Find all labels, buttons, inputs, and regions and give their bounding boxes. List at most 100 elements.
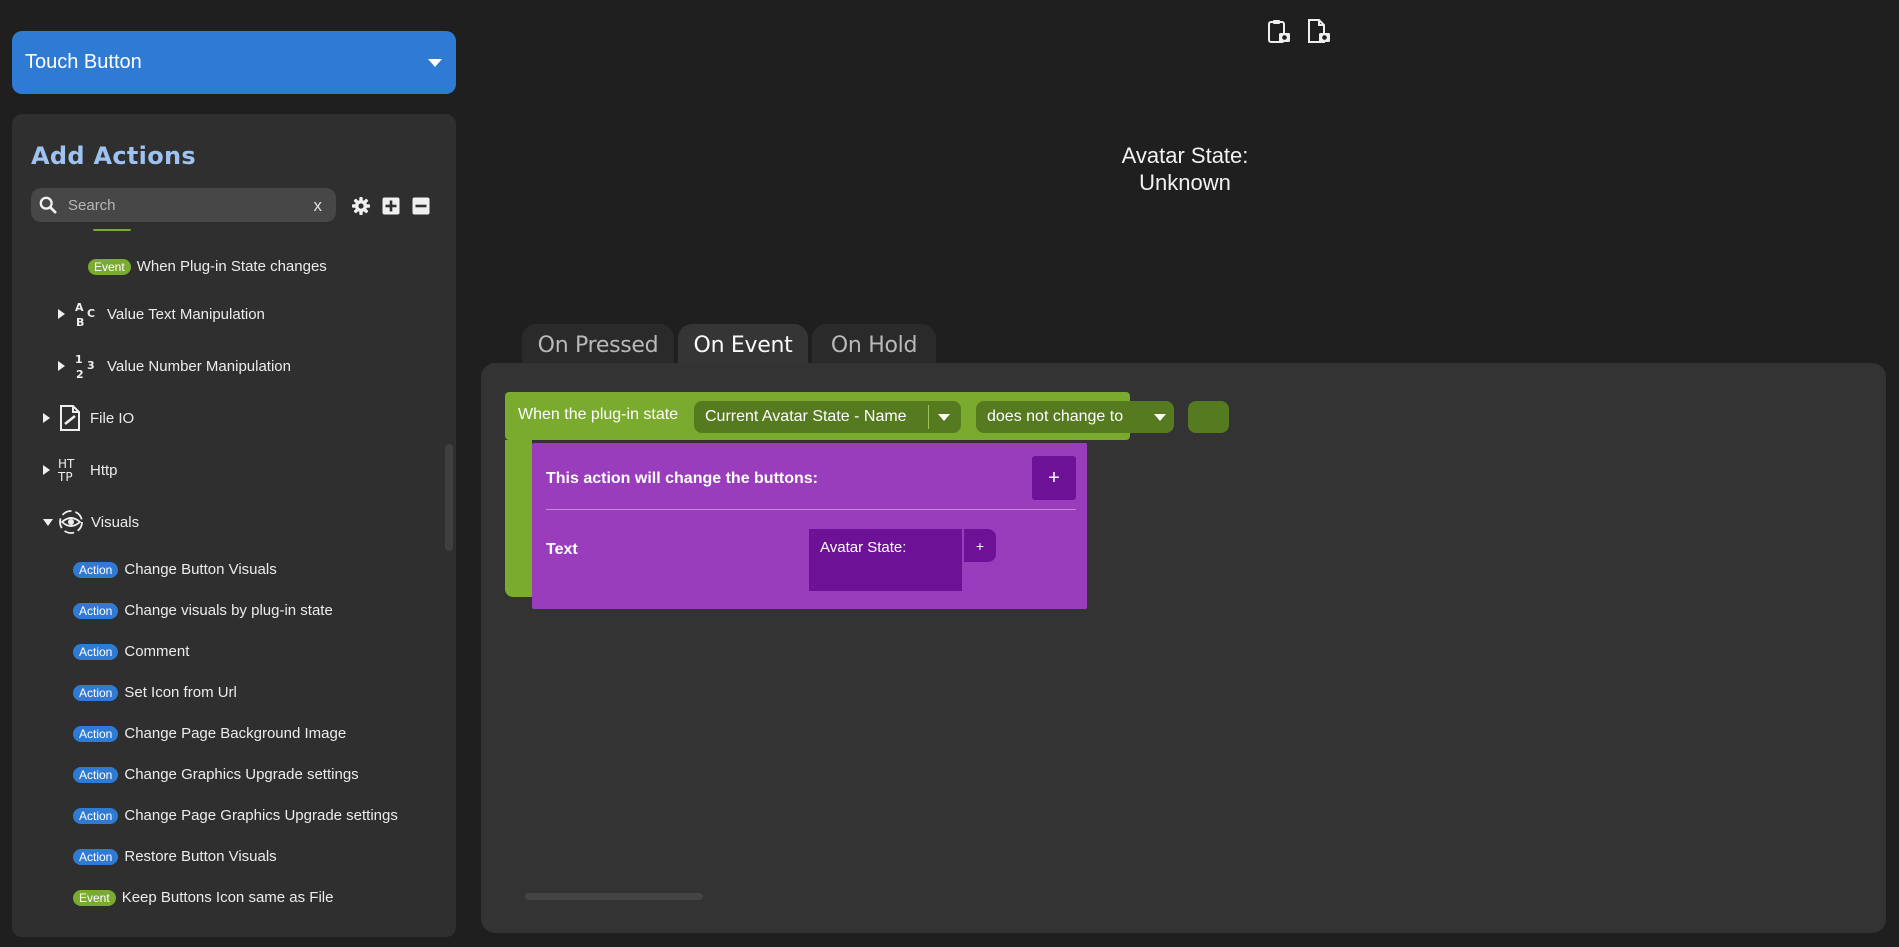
tree-item-label: Change Page Background Image <box>124 725 347 742</box>
tree-item-label: When Plug-in State changes <box>136 258 327 275</box>
file-icon <box>56 404 84 432</box>
add-actions-panel: Add Actions x Event <box>12 114 456 937</box>
tree-item-label: Restore Button Visuals <box>124 848 277 865</box>
text-field-label: Text <box>546 541 578 558</box>
tree-item-change-page-background-image[interactable]: Action Change Page Background Image <box>73 725 346 742</box>
tree-item-change-page-graphics-upgrade-settings[interactable]: Action Change Page Graphics Upgrade sett… <box>73 807 398 824</box>
abc-icon: ACB <box>73 300 101 328</box>
expand-all-icon[interactable] <box>381 196 401 216</box>
tree-item-label: Change Button Visuals <box>124 561 277 578</box>
expand-arrow-icon <box>58 361 65 371</box>
svg-text:TP: TP <box>57 470 73 484</box>
workspace-horizontal-scrollbar[interactable] <box>525 893 703 900</box>
action-badge: Action <box>73 643 119 660</box>
eye-icon <box>57 508 85 536</box>
svg-text:A: A <box>75 301 84 314</box>
tree-item-label: Visuals <box>91 513 140 531</box>
tab-on-hold[interactable]: On Hold <box>812 324 936 366</box>
tree-item-label: Change Graphics Upgrade settings <box>124 766 359 783</box>
chevron-down-icon <box>1154 414 1166 421</box>
chevron-down-icon <box>428 59 442 67</box>
action-block-title: This action will change the buttons: <box>546 470 819 487</box>
plugin-state-value: Current Avatar State - Name <box>705 408 907 425</box>
button-type-select[interactable]: Touch Button <box>12 31 456 94</box>
svg-text:2: 2 <box>76 368 84 380</box>
collapse-arrow-icon <box>43 518 53 526</box>
tree-category-http[interactable]: HT TP Http <box>43 456 118 484</box>
tree-item-label: Comment <box>124 643 190 660</box>
file-screenshot-icon[interactable] <box>1307 19 1331 45</box>
tree-category-value-text-manipulation[interactable]: ACB Value Text Manipulation <box>58 300 265 328</box>
search-box: x <box>31 188 336 222</box>
event-badge: Event <box>88 258 131 275</box>
tree-item-label: Change visuals by plug-in state <box>124 602 333 619</box>
text-field-input[interactable]: Avatar State: <box>809 529 962 591</box>
event-block-label: When the plug-in state <box>518 406 679 423</box>
panel-title: Add Actions <box>31 142 196 170</box>
action-badge: Action <box>73 725 119 742</box>
condition-value: does not change to <box>987 408 1124 425</box>
action-badge: Action <box>73 766 119 783</box>
numbers-icon: 132 <box>73 352 101 380</box>
tree-category-visuals[interactable]: Visuals <box>43 508 139 536</box>
event-badge: Event <box>73 889 116 906</box>
tree-item-restore-button-visuals[interactable]: Action Restore Button Visuals <box>73 848 277 865</box>
action-badge: Action <box>73 807 119 824</box>
clear-search-button[interactable]: x <box>314 196 323 216</box>
tab-on-event[interactable]: On Event <box>678 324 808 366</box>
change-buttons-action-block[interactable]: This action will change the buttons: + T… <box>532 443 1087 609</box>
event-block[interactable]: When the plug-in state Current Avatar St… <box>505 392 1229 440</box>
expand-arrow-icon <box>43 465 50 475</box>
preview-line-2: Unknown <box>1139 170 1231 195</box>
tree-item-label: Value Text Manipulation <box>107 305 265 323</box>
expand-arrow-icon <box>58 309 65 319</box>
svg-text:B: B <box>76 316 84 328</box>
gear-icon[interactable] <box>351 196 371 216</box>
tree-item-label: Http <box>90 461 118 479</box>
action-badge: Action <box>73 848 119 865</box>
expand-arrow-icon <box>43 413 50 423</box>
tree-item-change-visuals-by-plugin-state[interactable]: Action Change visuals by plug-in state <box>73 602 333 619</box>
paste-clipboard-icon[interactable] <box>1267 19 1291 45</box>
svg-text:HT: HT <box>58 457 75 471</box>
tree-item-change-button-visuals[interactable]: Action Change Button Visuals <box>73 561 277 578</box>
tab-on-pressed[interactable]: On Pressed <box>522 324 674 366</box>
tree-item-label: Set Icon from Url <box>124 684 237 701</box>
collapse-all-icon[interactable] <box>411 196 431 216</box>
svg-text:3: 3 <box>87 359 95 372</box>
partial-badge <box>93 229 131 231</box>
svg-text:1: 1 <box>75 353 83 366</box>
tree-item-change-graphics-upgrade-settings[interactable]: Action Change Graphics Upgrade settings <box>73 766 359 783</box>
condition-select[interactable]: does not change to <box>976 401 1174 433</box>
tree-item-comment[interactable]: Action Comment <box>73 643 189 660</box>
plugin-state-select[interactable]: Current Avatar State - Name <box>694 401 961 433</box>
action-badge: Action <box>73 684 119 701</box>
tree-item-when-plugin-state-changes[interactable]: Event When Plug-in State changes <box>88 258 327 275</box>
add-button-target-button[interactable]: + <box>1032 456 1076 500</box>
action-badge: Action <box>73 561 119 578</box>
button-type-label: Touch Button <box>25 51 142 73</box>
event-block-body <box>505 440 532 578</box>
tree-scrollbar[interactable] <box>445 444 453 551</box>
blocks-workspace[interactable]: When the plug-in state Current Avatar St… <box>481 363 1886 933</box>
chevron-down-icon <box>938 414 950 421</box>
http-icon: HT TP <box>56 456 84 484</box>
compare-value-input[interactable] <box>1188 401 1229 433</box>
tree-category-value-number-manipulation[interactable]: 132 Value Number Manipulation <box>58 352 291 380</box>
tree-item-label: Keep Buttons Icon same as File <box>121 889 334 906</box>
search-input[interactable] <box>68 188 308 222</box>
divider <box>546 509 1076 510</box>
actions-tree <box>12 229 442 937</box>
insert-value-button[interactable]: + <box>964 529 996 562</box>
tree-item-set-icon-from-url[interactable]: Action Set Icon from Url <box>73 684 237 701</box>
button-preview: Avatar State: Unknown <box>1080 142 1290 196</box>
tree-item-label: Value Number Manipulation <box>107 357 291 375</box>
tree-item-keep-buttons-icon-same-as-file[interactable]: Event Keep Buttons Icon same as File <box>73 889 333 906</box>
dropdown-separator <box>928 405 929 429</box>
search-icon <box>39 196 57 214</box>
action-badge: Action <box>73 602 119 619</box>
preview-line-1: Avatar State: <box>1121 143 1249 168</box>
tree-item-label: Change Page Graphics Upgrade settings <box>124 807 398 824</box>
tree-category-file-io[interactable]: File IO <box>43 404 134 432</box>
tree-item-label: File IO <box>90 409 135 427</box>
